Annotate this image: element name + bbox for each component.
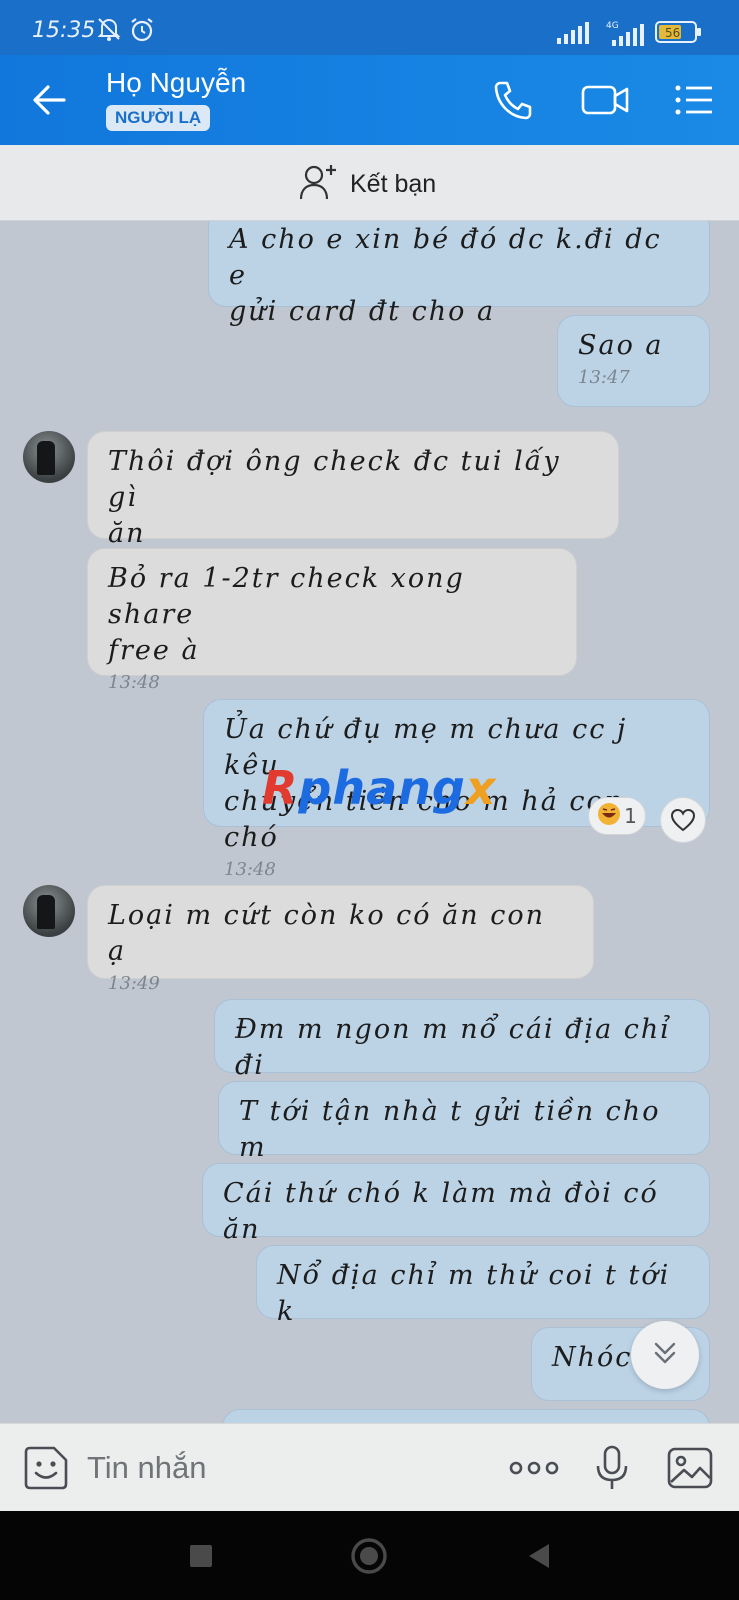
home-icon[interactable]: [349, 1536, 389, 1576]
message-text: A cho e xin bé đó dc k.đi dc e: [229, 224, 662, 291]
back-triangle-icon[interactable]: [520, 1537, 558, 1575]
message-outgoing[interactable]: Sao a 13:47: [557, 315, 710, 407]
message-text: Sao a: [578, 330, 664, 361]
message-input[interactable]: Tin nhắn: [87, 1450, 207, 1486]
video-call-icon[interactable]: [580, 77, 632, 123]
message-outgoing[interactable]: T tới tận nhà t gửi tiền cho m: [218, 1081, 710, 1163]
microphone-icon[interactable]: [588, 1444, 636, 1492]
svg-text:4G: 4G: [606, 21, 619, 31]
stranger-badge: NGƯỜI LẠ: [106, 105, 211, 131]
add-friend-bar: Kết bạn: [0, 145, 739, 221]
message-outgoing[interactable]: Đm m ngon m nổ cái địa chỉ đi: [214, 999, 710, 1081]
add-friend-button[interactable]: Kết bạn: [298, 161, 436, 207]
reaction-count: 1: [624, 804, 637, 828]
double-chevron-down-icon: [650, 1338, 680, 1372]
battery-icon: 56: [655, 20, 703, 48]
message-incoming[interactable]: Thôi đợi ông check đc tui lấy gì ăn: [87, 431, 619, 549]
mute-notifications-icon: [96, 16, 122, 46]
system-navigation-bar: [0, 1511, 739, 1600]
scroll-to-bottom-button[interactable]: [631, 1321, 699, 1389]
chat-header: Họ Nguyễn NGƯỜI LẠ: [0, 55, 739, 145]
add-person-icon: [298, 161, 340, 207]
message-time: 13:47: [578, 367, 630, 388]
message-text: Cái thứ chó k làm mà đòi có ăn: [223, 1178, 659, 1245]
chat-messages[interactable]: A cho e xin bé đó dc k.đi dc e gửi card …: [0, 221, 739, 1423]
add-friend-label: Kết bạn: [350, 169, 437, 198]
menu-list-icon[interactable]: [672, 77, 718, 123]
back-arrow-icon[interactable]: [30, 82, 70, 118]
message-text: Bỏ ra 1-2tr check xong share: [108, 563, 465, 630]
message-outgoing[interactable]: Nổ địa chỉ m thử coi t tới k: [256, 1245, 710, 1327]
message-text: Loại m cứt còn ko có ăn con ạ: [108, 900, 545, 967]
sticker-icon[interactable]: [22, 1444, 70, 1492]
message-outgoing[interactable]: [222, 1409, 710, 1423]
status-time: 15:35: [32, 18, 96, 43]
reaction-badge[interactable]: 1: [588, 797, 646, 835]
message-input-bar: Tin nhắn: [0, 1423, 739, 1511]
message-outgoing[interactable]: Cái thứ chó k làm mà đòi có ăn: [202, 1163, 710, 1245]
message-incoming[interactable]: Loại m cứt còn ko có ăn con ạ 13:49: [87, 885, 594, 994]
message-text: free à: [108, 635, 200, 666]
image-gallery-icon[interactable]: [666, 1444, 714, 1492]
message-text: gửi card đt cho a: [229, 296, 496, 327]
message-time: 13:48: [224, 859, 276, 880]
heart-icon[interactable]: [660, 797, 706, 843]
recent-apps-icon[interactable]: [182, 1537, 220, 1575]
phone-call-icon[interactable]: [490, 77, 536, 123]
alarm-icon: [128, 16, 156, 48]
signal-icon: [557, 22, 591, 48]
message-text: Nổ địa chỉ m thử coi t tới k: [277, 1260, 671, 1327]
message-text: Đm m ngon m nổ cái địa chỉ đi: [235, 1014, 671, 1081]
contact-avatar[interactable]: [23, 431, 75, 483]
contact-avatar[interactable]: [23, 885, 75, 937]
watermark: Rphangx: [262, 761, 497, 815]
message-text: Thôi đợi ông check đc tui lấy gì: [108, 446, 561, 513]
message-text: T tới tận nhà t gửi tiền cho m: [239, 1096, 661, 1163]
contact-name[interactable]: Họ Nguyễn: [106, 67, 246, 99]
message-time: 13:48: [108, 672, 160, 693]
message-incoming[interactable]: Bỏ ra 1-2tr check xong share free à 13:4…: [87, 548, 577, 693]
message-outgoing[interactable]: A cho e xin bé đó dc k.đi dc e gửi card …: [208, 221, 710, 327]
laughing-emoji-icon: [597, 802, 621, 831]
svg-text:56: 56: [665, 26, 680, 40]
signal-4g-icon: 4G: [600, 20, 646, 50]
message-time: 13:49: [108, 973, 160, 994]
status-bar: 15:35 4G 56: [0, 0, 739, 55]
more-options-icon[interactable]: [508, 1444, 560, 1492]
message-text: ăn: [108, 518, 146, 549]
